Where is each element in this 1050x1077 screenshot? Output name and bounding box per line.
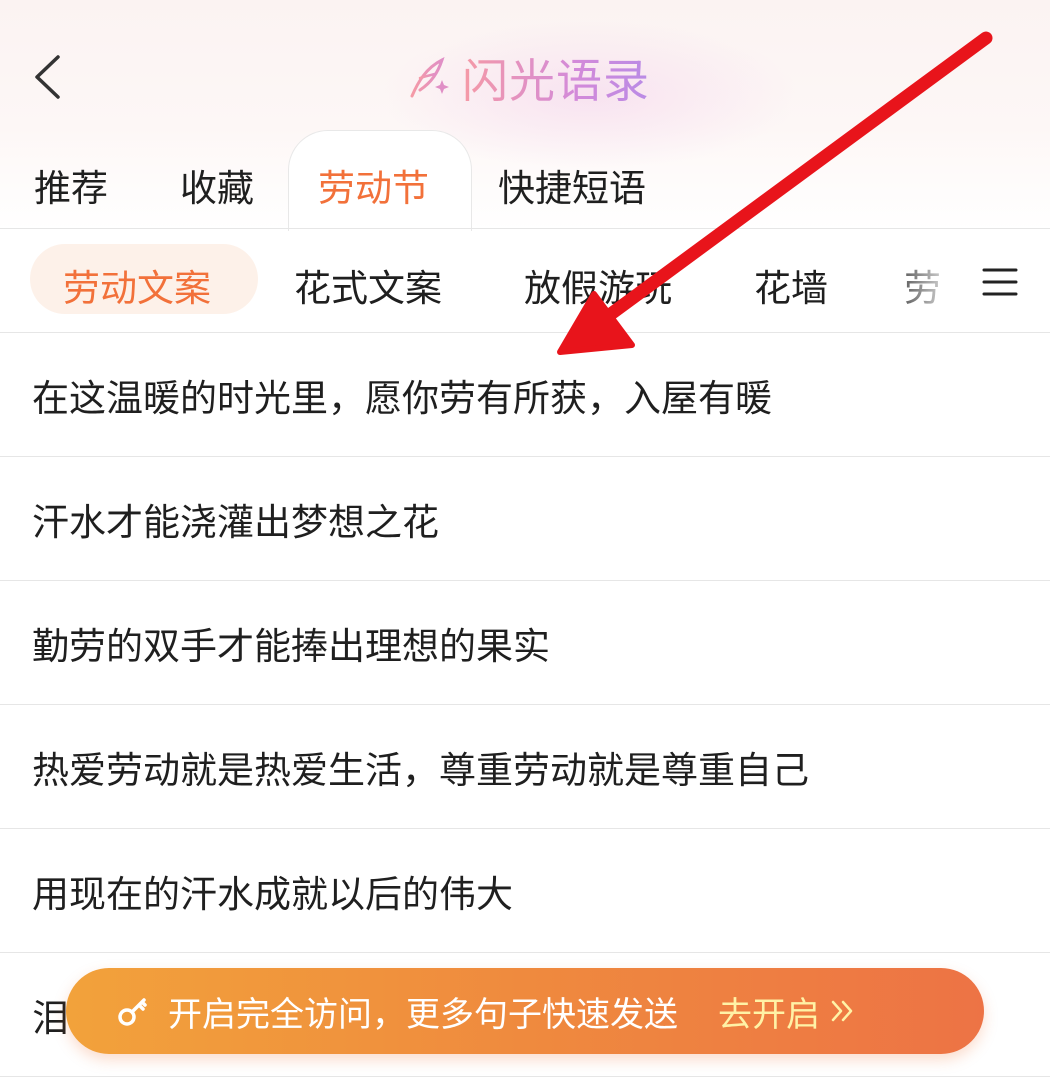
page-header: 闪光语录	[0, 46, 1050, 110]
phrase-item[interactable]: 热爱劳动就是热爱生活，尊重劳动就是尊重自己	[0, 705, 1050, 829]
tabs-divider	[0, 228, 1050, 229]
subcategory-tabs: 劳动文案 花式文案 放假游玩 花墙 劳	[0, 244, 1050, 318]
quill-sparkle-icon	[406, 57, 450, 100]
phrase-item[interactable]: 用现在的汗水成就以后的伟大	[0, 829, 1050, 953]
tab-recommend[interactable]: 推荐	[34, 158, 108, 212]
page-title: 闪光语录	[462, 45, 650, 111]
double-chevron-right-icon	[831, 1000, 853, 1022]
tab-labor-day[interactable]: 劳动节	[318, 158, 429, 212]
phrase-item[interactable]: 在这温暖的时光里，愿你劳有所获，入屋有暖	[0, 333, 1050, 457]
phrase-list: 在这温暖的时光里，愿你劳有所获，入屋有暖 汗水才能浇灌出梦想之花 勤劳的双手才能…	[0, 332, 1050, 1077]
tab-favorites[interactable]: 收藏	[180, 158, 254, 212]
enable-full-access-banner[interactable]: 开启完全访问，更多句子快速发送 去开启	[66, 968, 984, 1054]
phrase-item[interactable]: 勤劳的双手才能捧出理想的果实	[0, 581, 1050, 705]
tab-quick-phrases[interactable]: 快捷短语	[498, 158, 646, 212]
subtabs-fade	[880, 244, 960, 318]
subtab-menu-button[interactable]	[978, 262, 1022, 302]
subtab-labor-copy[interactable]: 劳动文案	[63, 258, 211, 312]
enable-button[interactable]: 去开启	[718, 987, 858, 1036]
phrase-item[interactable]: 汗水才能浇灌出梦想之花	[0, 457, 1050, 581]
hamburger-menu-icon	[982, 268, 1018, 296]
category-tabs: 推荐 收藏 劳动节 快捷短语	[0, 130, 1050, 231]
key-icon	[114, 993, 150, 1029]
enable-button-label: 去开启	[718, 994, 820, 1035]
subtab-flower-wall[interactable]: 花墙	[754, 258, 828, 312]
subtab-fancy-copy[interactable]: 花式文案	[294, 258, 442, 312]
banner-message: 开启完全访问，更多句子快速发送	[168, 994, 678, 1035]
subtab-holiday-travel[interactable]: 放假游玩	[524, 258, 672, 312]
